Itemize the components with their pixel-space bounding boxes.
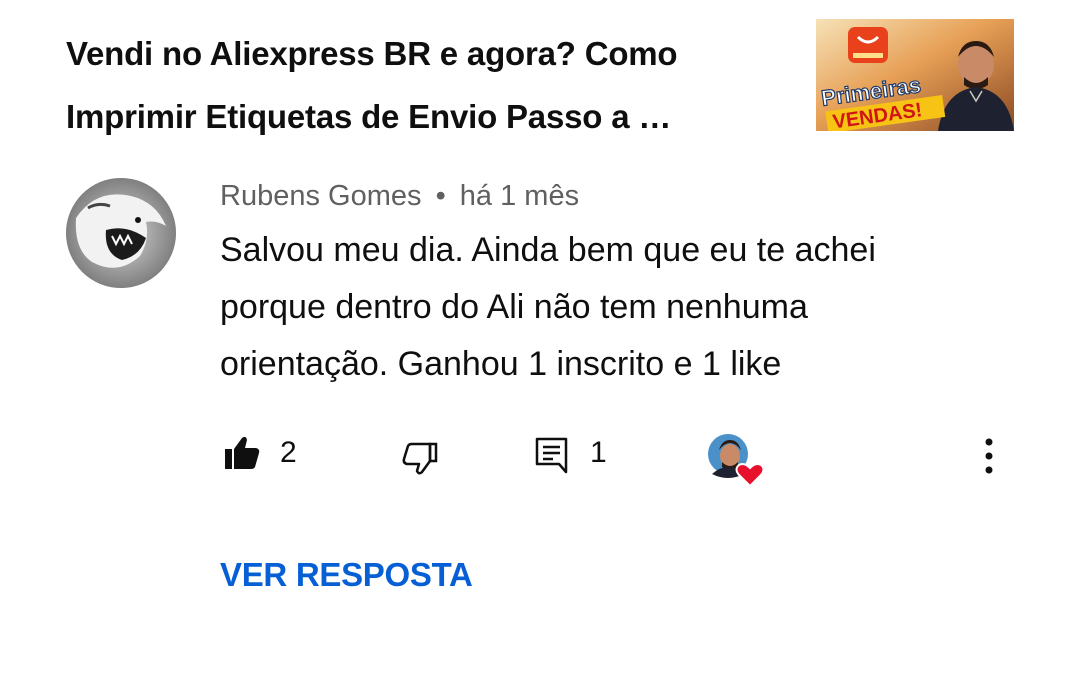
reply-count: 1 [590,436,607,469]
comment-text-line-3: orientação. Ganhou 1 inscrito e 1 like [220,345,782,383]
creator-heart-button[interactable] [706,432,768,488]
video-title-line-2: Imprimir Etiquetas de Envio Passo a … [66,98,672,135]
aliexpress-logo-icon [848,27,888,63]
video-title-line-1: Vendi no Aliexpress BR e agora? Como [66,35,678,72]
meta-separator: • [435,180,446,212]
wolf-avatar-icon [66,178,176,288]
video-title[interactable]: Vendi no Aliexpress BR e agora? Como Imp… [66,22,786,148]
like-button[interactable] [222,434,262,472]
thumbs-down-icon [402,442,438,475]
creator-heart-icon [708,434,765,488]
more-options-button[interactable] [974,436,1004,476]
avatar[interactable] [66,178,176,288]
like-count: 2 [280,436,297,469]
video-thumbnail[interactable]: Primeiras VENDAS! [816,19,1014,131]
comment-text: Salvou meu dia. Ainda bem que eu te ache… [220,222,1020,393]
more-vert-icon [985,438,993,474]
comment-author[interactable]: Rubens Gomes [220,180,422,212]
comment-meta: Rubens Gomes • há 1 mês [220,180,579,213]
thumbs-up-filled-icon [225,436,260,469]
view-replies-button[interactable]: VER RESPOSTA [220,556,473,594]
dislike-button[interactable] [400,440,440,478]
comment-text-line-2: porque dentro do Ali não tem nenhuma [220,288,808,326]
comment-reply-icon [535,437,568,474]
comment-text-line-1: Salvou meu dia. Ainda bem que eu te ache… [220,231,876,269]
reply-button[interactable] [534,436,570,474]
comment-time[interactable]: há 1 mês [460,180,579,212]
